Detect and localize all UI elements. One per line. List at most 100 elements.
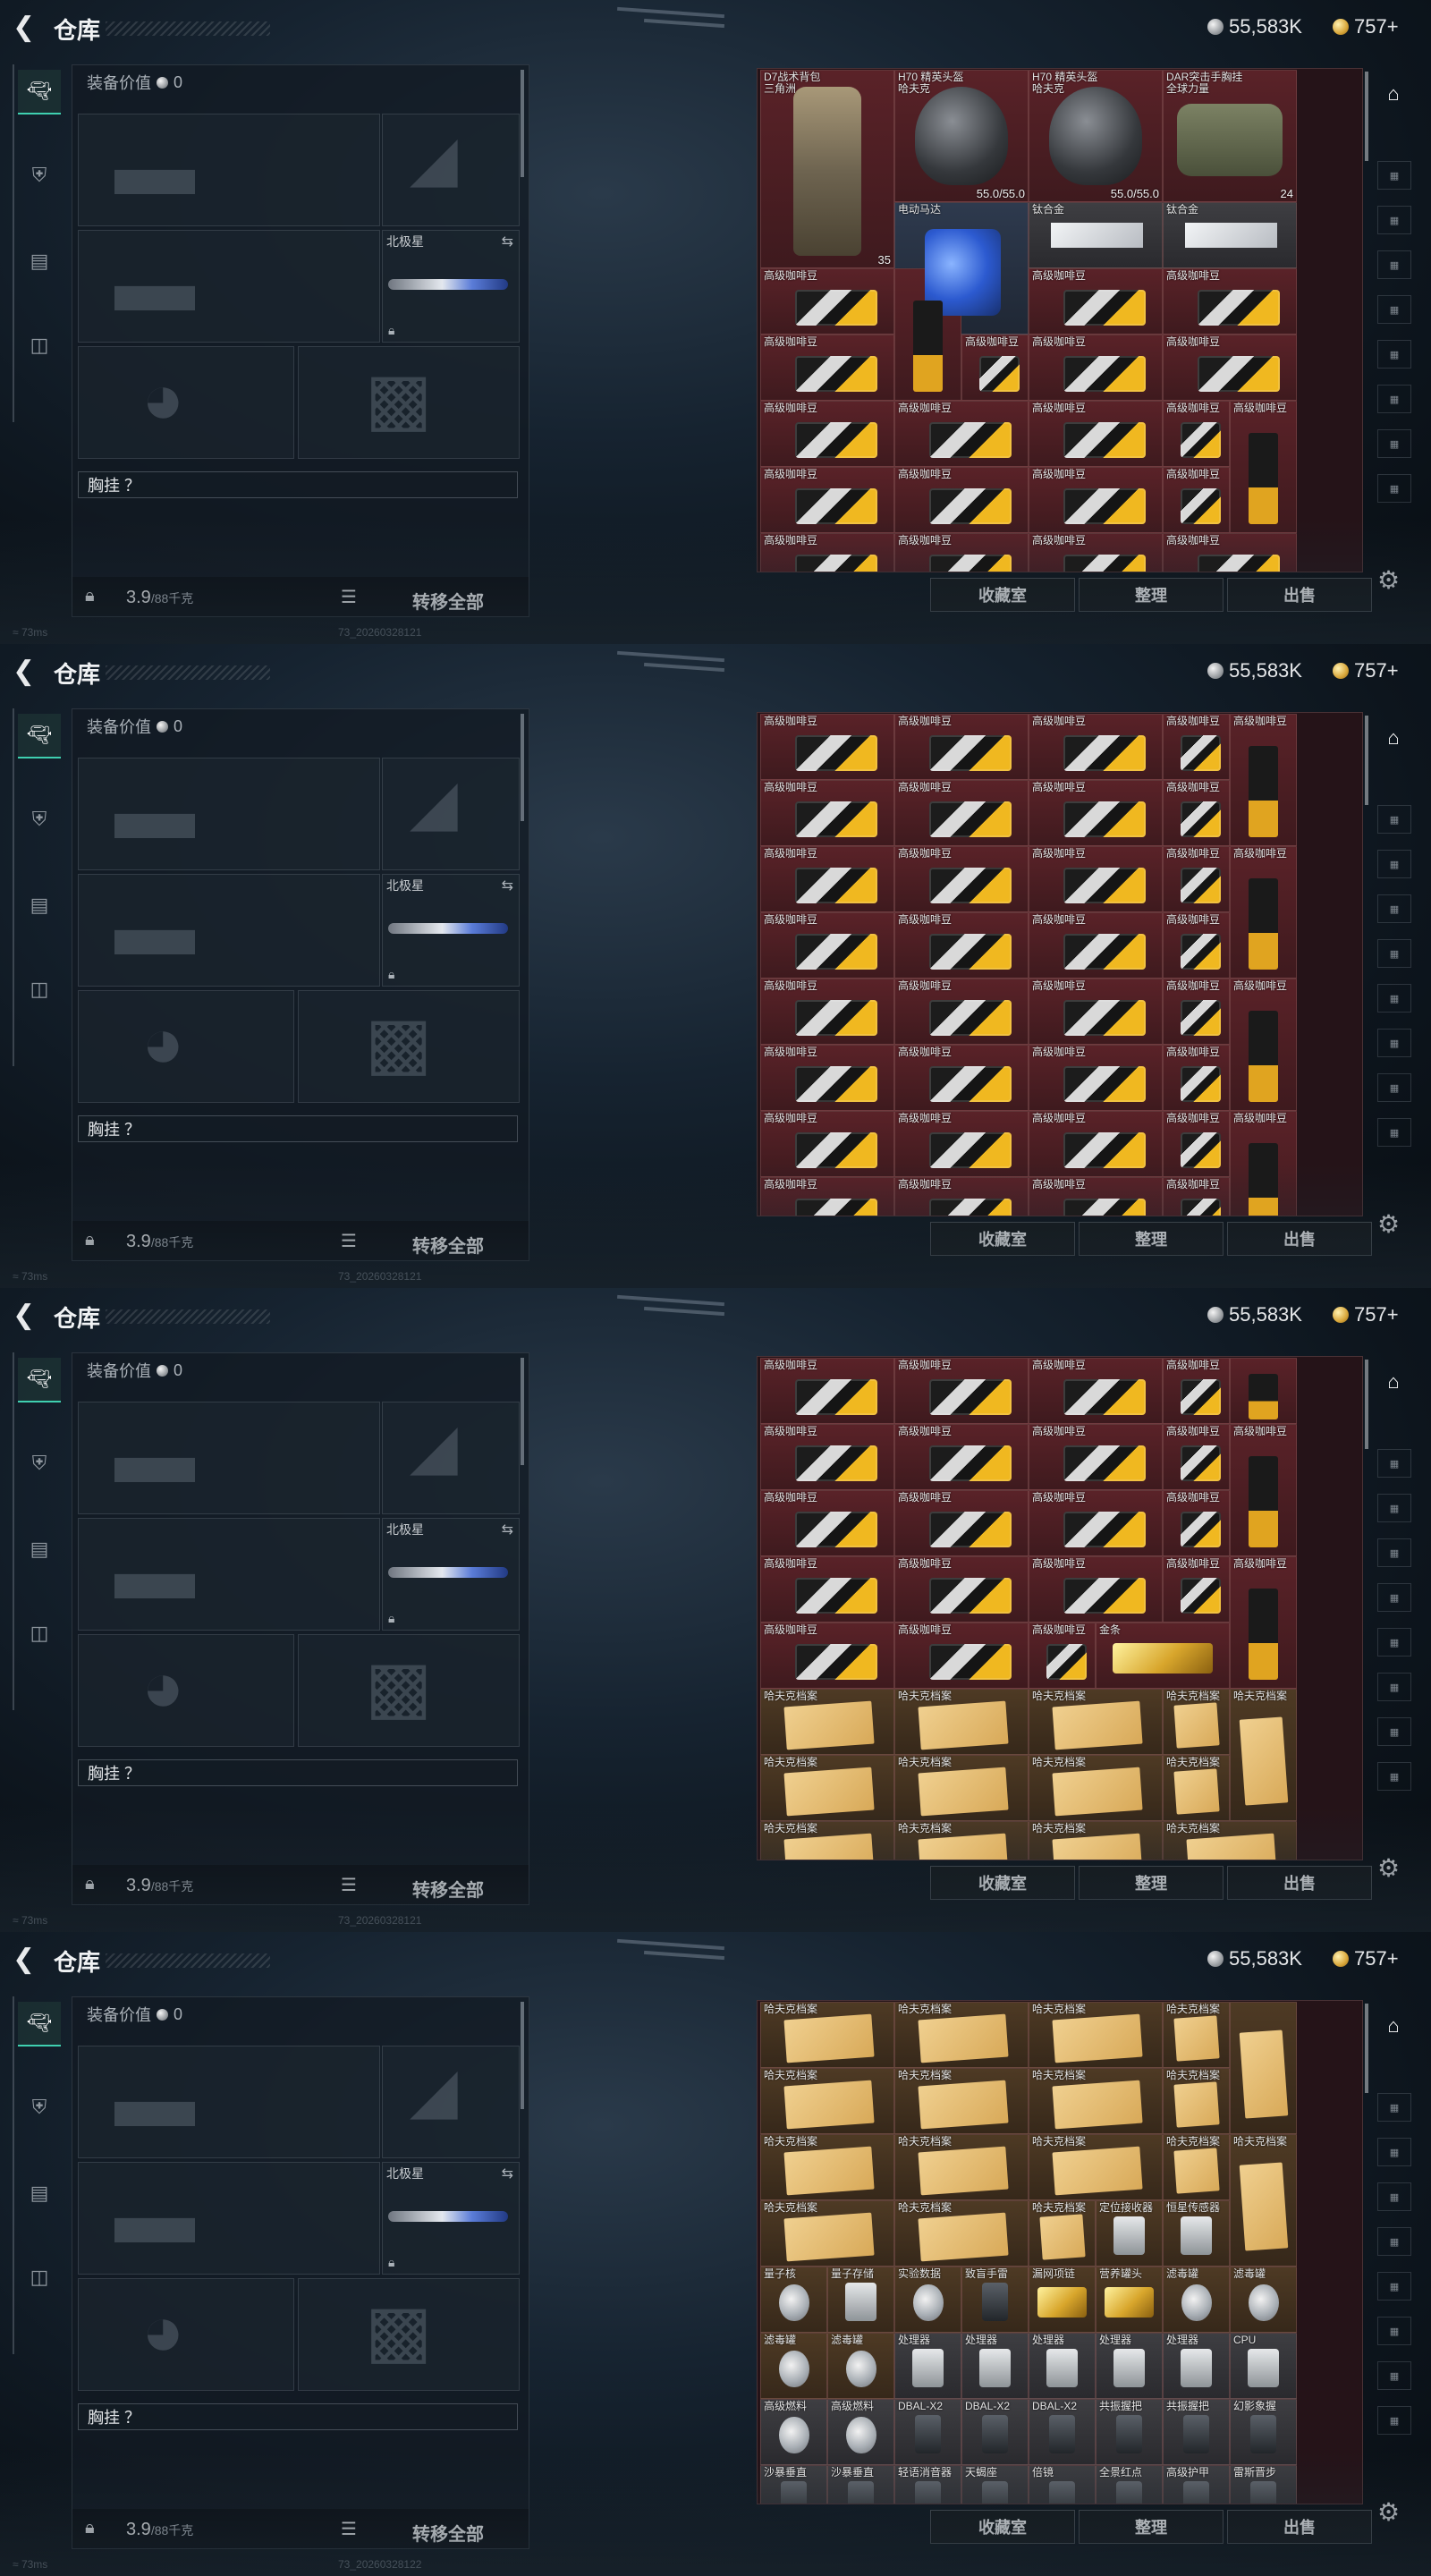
- equipment-scrollbar[interactable]: [521, 70, 524, 177]
- stash-page-icon[interactable]: ▦: [1377, 2138, 1411, 2166]
- stash-item[interactable]: 高级咖啡豆: [1163, 533, 1297, 572]
- stash-item[interactable]: 高级咖啡豆: [760, 401, 894, 467]
- gear-icon[interactable]: ⚙: [1377, 565, 1400, 595]
- stash-item[interactable]: 高级咖啡豆: [1029, 1045, 1163, 1111]
- stash-page-icon[interactable]: ▦: [1377, 1583, 1411, 1612]
- warehouse-home-icon[interactable]: ⌂: [1377, 2012, 1410, 2039]
- stash-item[interactable]: 哈夫克档案: [760, 2200, 894, 2267]
- sort-button[interactable]: 整理: [1079, 578, 1224, 612]
- stash-item[interactable]: 高级咖啡豆: [1029, 714, 1163, 780]
- back-arrow-icon[interactable]: ❮: [13, 657, 39, 687]
- stash-item[interactable]: 沙暴垂直: [760, 2465, 827, 2504]
- stash-item[interactable]: 高级咖啡豆: [894, 1490, 1029, 1556]
- stash-item[interactable]: 高级咖啡豆: [1163, 1424, 1230, 1490]
- stash-item[interactable]: H70 精英头盔 哈夫克 55.0/55.0: [1029, 70, 1163, 202]
- pistol-slot[interactable]: ◢: [382, 1402, 520, 1514]
- stash-item[interactable]: 哈夫克档案: [894, 1821, 1029, 1860]
- swap-icon[interactable]: ⇆: [502, 2165, 513, 2182]
- stash-item[interactable]: D7战术背包 三角洲 35: [760, 70, 894, 268]
- helmet-slot[interactable]: ◕: [78, 346, 294, 459]
- stash-item[interactable]: 幻影象握: [1230, 2399, 1297, 2465]
- briefcase-tab-icon[interactable]: ◫: [18, 968, 61, 1011]
- stash-page-icon[interactable]: ▦: [1377, 295, 1411, 324]
- warehouse-home-icon[interactable]: ⌂: [1377, 80, 1410, 107]
- knife-item[interactable]: [388, 279, 508, 290]
- clipboard-tab-icon[interactable]: ▤: [18, 2172, 61, 2215]
- gear-icon[interactable]: ⚙: [1377, 2497, 1400, 2527]
- stash-item[interactable]: 高级咖啡豆: [1163, 1111, 1230, 1177]
- stash-item[interactable]: 哈夫克档案: [1163, 2002, 1230, 2068]
- clipboard-tab-icon[interactable]: ▤: [18, 240, 61, 283]
- primary-weapon-slot[interactable]: ▬: [78, 2046, 380, 2158]
- stash-item[interactable]: 哈夫克档案: [760, 1689, 894, 1755]
- stash-item[interactable]: 钛合金: [1029, 202, 1163, 268]
- knife-item[interactable]: [388, 1567, 508, 1578]
- stash-item[interactable]: 哈夫克档案: [1163, 1755, 1230, 1821]
- gold-currency[interactable]: 757+: [1333, 1946, 1399, 1971]
- stash-item[interactable]: 高级咖啡豆: [1163, 780, 1230, 846]
- stash-item[interactable]: 哈夫克档案: [894, 2200, 1029, 2267]
- stash-item[interactable]: 哈夫克档案: [1029, 1755, 1163, 1821]
- stash-item[interactable]: 处理器: [1029, 2333, 1096, 2399]
- body-armor-slot[interactable]: ▩: [298, 990, 520, 1103]
- stash-page-icon[interactable]: ▦: [1377, 2093, 1411, 2122]
- stash-page-icon[interactable]: ▦: [1377, 2406, 1411, 2435]
- stash-item[interactable]: H70 精英头盔 哈夫克 55.0/55.0: [894, 70, 1029, 202]
- stash-item[interactable]: 高级咖啡豆: [1163, 335, 1297, 401]
- stash-item[interactable]: 高级咖啡豆: [760, 846, 894, 912]
- stash-item[interactable]: 高级咖啡豆: [894, 714, 1029, 780]
- stash-item[interactable]: 哈夫克档案: [760, 2134, 894, 2200]
- swap-icon[interactable]: ⇆: [502, 1521, 513, 1538]
- stash-item[interactable]: 哈夫克档案: [1163, 2134, 1230, 2200]
- stash-item[interactable]: 定位接收器: [1096, 2200, 1163, 2267]
- stash-item[interactable]: 哈夫克档案: [894, 2002, 1029, 2068]
- stash-item[interactable]: 哈夫克档案: [1230, 1689, 1297, 1821]
- gold-currency[interactable]: 757+: [1333, 1302, 1399, 1327]
- armor-tab-icon[interactable]: ⛨: [18, 154, 61, 197]
- briefcase-tab-icon[interactable]: ◫: [18, 324, 61, 367]
- stash-item[interactable]: 哈夫克档案: [1230, 2134, 1297, 2267]
- sort-button[interactable]: 整理: [1079, 1222, 1224, 1256]
- equipment-scrollbar[interactable]: [521, 714, 524, 821]
- melee-slot[interactable]: 北极星 ⇆ 🔒︎: [382, 874, 520, 987]
- stash-item[interactable]: 高级咖啡豆: [760, 1045, 894, 1111]
- stash-page-icon[interactable]: ▦: [1377, 385, 1411, 413]
- stash-item[interactable]: 高级咖啡豆: [1029, 1490, 1163, 1556]
- stash-item[interactable]: 处理器: [894, 2333, 961, 2399]
- stash-item[interactable]: 高级咖啡豆: [1029, 780, 1163, 846]
- body-armor-slot[interactable]: ▩: [298, 346, 520, 459]
- primary-weapon-slot[interactable]: ▬: [78, 758, 380, 870]
- primary-weapon-slot[interactable]: ▬: [78, 114, 380, 226]
- stash-item[interactable]: 共振握把: [1163, 2399, 1230, 2465]
- stash-page-icon[interactable]: ▦: [1377, 340, 1411, 369]
- list-icon[interactable]: ☰: [341, 1230, 357, 1252]
- equipment-scrollbar[interactable]: [521, 1358, 524, 1465]
- collection-button[interactable]: 收藏室: [930, 2510, 1075, 2544]
- stash-item[interactable]: 全景红点: [1096, 2465, 1163, 2504]
- stash-item[interactable]: 高级咖啡豆: [760, 912, 894, 979]
- equipment-scrollbar[interactable]: [521, 2002, 524, 2109]
- stash-page-icon[interactable]: ▦: [1377, 206, 1411, 234]
- warehouse-home-icon[interactable]: ⌂: [1377, 1368, 1410, 1395]
- stash-item[interactable]: 高级咖啡豆: [894, 533, 1029, 572]
- gear-icon[interactable]: ⚙: [1377, 1853, 1400, 1883]
- silver-currency[interactable]: 55,583K: [1207, 658, 1302, 683]
- silver-currency[interactable]: 55,583K: [1207, 14, 1302, 39]
- stash-item[interactable]: 量子核: [760, 2267, 827, 2333]
- stash-item[interactable]: DBAL-X2: [961, 2399, 1029, 2465]
- pistol-tab-icon[interactable]: 🔫︎: [18, 2002, 61, 2046]
- stash-item[interactable]: 量子存储: [827, 2267, 894, 2333]
- stash-page-icon[interactable]: ▦: [1377, 474, 1411, 503]
- pistol-slot[interactable]: ◢: [382, 2046, 520, 2158]
- stash-item[interactable]: 高级燃料: [760, 2399, 827, 2465]
- stash-item[interactable]: 高级咖啡豆: [1163, 401, 1230, 467]
- stash-item[interactable]: 哈夫克档案: [1029, 1689, 1163, 1755]
- stash-item[interactable]: 高级咖啡豆: [760, 335, 894, 401]
- stash-item[interactable]: 高级咖啡豆: [760, 714, 894, 780]
- stash-scrollbar[interactable]: [1365, 716, 1368, 805]
- body-armor-slot[interactable]: ▩: [298, 2278, 520, 2391]
- stash-item[interactable]: 哈夫克档案: [760, 2068, 894, 2134]
- stash-item[interactable]: DBAL-X2: [894, 2399, 961, 2465]
- stash-item[interactable]: 哈夫克档案: [1163, 2068, 1230, 2134]
- stash-item[interactable]: 高级咖啡豆: [1029, 1358, 1163, 1424]
